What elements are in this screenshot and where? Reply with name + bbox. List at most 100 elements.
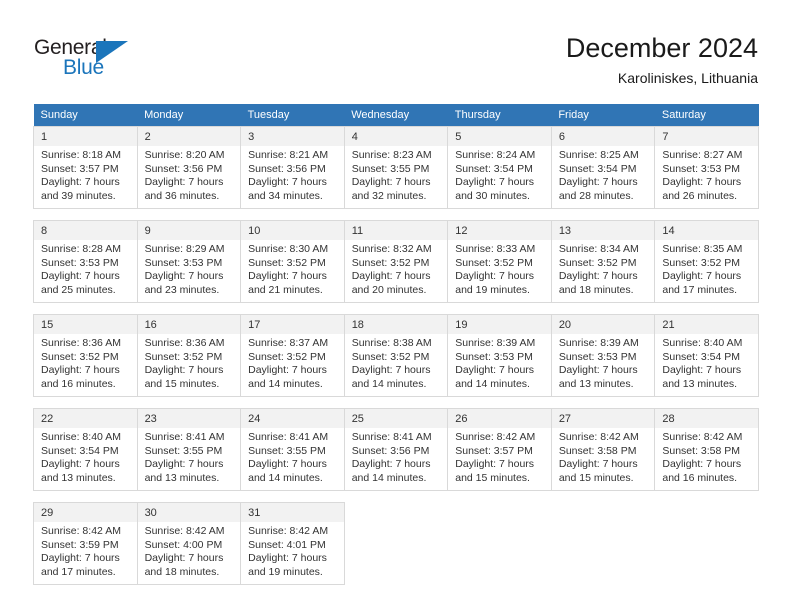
day-cell: Sunrise: 8:23 AM Sunset: 3:55 PM Daylight:…: [343, 146, 449, 209]
day-number[interactable]: 21: [654, 314, 759, 334]
week-spacer-cell: [344, 302, 448, 315]
day-cell: Sunrise: 8:42 AM Sunset: 3:57 PM Daylight:…: [447, 428, 552, 491]
week-spacer-cell: [240, 302, 345, 315]
page-subtitle-location: Karoliniskes, Lithuania: [617, 70, 758, 86]
day-cell: Sunrise: 8:38 AM Sunset: 3:52 PM Daylight:…: [343, 334, 449, 397]
day-number[interactable]: 5: [447, 126, 552, 146]
day-sunrise-text: Sunrise: 8:36 AM: [144, 337, 225, 349]
week-spacer-cell: [551, 302, 655, 315]
day-sunrise-text: Sunrise: 8:30 AM: [248, 243, 329, 255]
week-spacer: [33, 490, 759, 503]
week-spacer: [33, 396, 759, 409]
day-number[interactable]: 11: [343, 220, 449, 240]
day-cell: Sunrise: 8:40 AM Sunset: 3:54 PM Daylight:…: [33, 428, 138, 491]
day-number-row: 15 16 17 18 19 20 21: [33, 314, 759, 334]
day-number-empty: [654, 502, 759, 522]
day-daylight-2-text: and 36 minutes.: [144, 189, 220, 202]
day-number[interactable]: 29: [33, 502, 138, 522]
day-number[interactable]: 4: [343, 126, 449, 146]
day-daylight-2-text: and 23 minutes.: [144, 283, 220, 296]
day-daylight-1-text: Daylight: 7 hours: [455, 364, 535, 376]
calendar-grid: Sunday Monday Tuesday Wednesday Thursday…: [33, 104, 759, 585]
day-number[interactable]: 17: [240, 314, 345, 334]
day-number[interactable]: 16: [136, 314, 242, 334]
day-sunset-text: Sunset: 3:52 PM: [248, 350, 326, 363]
week-spacer-cell: [33, 302, 138, 315]
day-number[interactable]: 18: [343, 314, 449, 334]
week-spacer-cell: [137, 208, 241, 221]
day-cell: Sunrise: 8:18 AM Sunset: 3:57 PM Daylight:…: [33, 146, 138, 209]
calendar-header-row: Sunday Monday Tuesday Wednesday Thursday…: [33, 104, 759, 127]
day-daylight-2-text: and 17 minutes.: [662, 283, 738, 296]
day-sunset-text: Sunset: 3:53 PM: [455, 350, 533, 363]
day-sunrise-text: Sunrise: 8:24 AM: [455, 149, 536, 161]
day-cell: Sunrise: 8:42 AM Sunset: 4:00 PM Daylight:…: [136, 522, 242, 585]
day-daylight-2-text: and 20 minutes.: [351, 283, 427, 296]
day-cell-empty: [344, 522, 448, 585]
day-number[interactable]: 13: [550, 220, 656, 240]
day-sunset-text: Sunset: 3:53 PM: [558, 350, 637, 363]
day-sunset-text: Sunset: 3:52 PM: [455, 256, 533, 269]
day-cell: Sunrise: 8:27 AM Sunset: 3:53 PM Daylight:…: [654, 146, 759, 209]
day-number[interactable]: 30: [136, 502, 242, 522]
day-cell: Sunrise: 8:37 AM Sunset: 3:52 PM Daylight:…: [240, 334, 345, 397]
day-sunset-text: Sunset: 4:01 PM: [248, 538, 326, 551]
week-spacer-cell: [240, 396, 345, 409]
day-daylight-2-text: and 28 minutes.: [558, 189, 634, 202]
day-cell: Sunrise: 8:34 AM Sunset: 3:52 PM Daylight:…: [550, 240, 656, 303]
day-sunrise-text: Sunrise: 8:25 AM: [558, 149, 639, 161]
day-cell: Sunrise: 8:42 AM Sunset: 3:59 PM Daylight:…: [33, 522, 138, 585]
day-daylight-1-text: Daylight: 7 hours: [144, 552, 224, 564]
day-number[interactable]: 12: [447, 220, 552, 240]
day-number[interactable]: 19: [447, 314, 552, 334]
day-number[interactable]: 22: [33, 408, 138, 428]
day-sunrise-text: Sunrise: 8:40 AM: [41, 431, 121, 443]
day-number[interactable]: 31: [240, 502, 345, 522]
day-cell-empty: [551, 522, 655, 585]
day-daylight-1-text: Daylight: 7 hours: [41, 552, 120, 564]
day-number[interactable]: 1: [33, 126, 138, 146]
day-sunset-text: Sunset: 3:53 PM: [144, 256, 223, 269]
day-sunrise-text: Sunrise: 8:39 AM: [558, 337, 639, 349]
day-daylight-1-text: Daylight: 7 hours: [351, 270, 431, 282]
day-number[interactable]: 10: [240, 220, 345, 240]
day-cell: Sunrise: 8:42 AM Sunset: 3:58 PM Daylight:…: [654, 428, 759, 491]
day-daylight-2-text: and 18 minutes.: [558, 283, 634, 296]
day-daylight-2-text: and 13 minutes.: [558, 377, 634, 390]
day-daylight-1-text: Daylight: 7 hours: [248, 458, 327, 470]
day-sunrise-text: Sunrise: 8:42 AM: [41, 525, 121, 537]
day-daylight-2-text: and 39 minutes.: [41, 189, 116, 202]
day-cell: Sunrise: 8:35 AM Sunset: 3:52 PM Daylight:…: [654, 240, 759, 303]
day-number[interactable]: 24: [240, 408, 345, 428]
week-spacer-cell: [654, 490, 759, 503]
day-number[interactable]: 27: [550, 408, 656, 428]
day-number[interactable]: 23: [136, 408, 242, 428]
week-spacer-cell: [137, 302, 241, 315]
day-cell: Sunrise: 8:32 AM Sunset: 3:52 PM Daylight:…: [343, 240, 449, 303]
day-number[interactable]: 15: [33, 314, 138, 334]
day-number[interactable]: 2: [136, 126, 242, 146]
day-number[interactable]: 7: [654, 126, 759, 146]
day-sunset-text: Sunset: 3:52 PM: [144, 350, 223, 363]
day-daylight-1-text: Daylight: 7 hours: [144, 364, 224, 376]
day-number[interactable]: 26: [447, 408, 552, 428]
day-sunset-text: Sunset: 3:56 PM: [351, 444, 430, 457]
week-spacer-cell: [33, 490, 138, 503]
day-number[interactable]: 9: [136, 220, 242, 240]
day-daylight-1-text: Daylight: 7 hours: [662, 458, 742, 470]
day-daylight-2-text: and 21 minutes.: [248, 283, 323, 296]
day-sunrise-text: Sunrise: 8:41 AM: [248, 431, 329, 443]
day-daylight-1-text: Daylight: 7 hours: [455, 176, 535, 188]
day-number[interactable]: 20: [550, 314, 656, 334]
day-cell: Sunrise: 8:41 AM Sunset: 3:55 PM Daylight:…: [136, 428, 242, 491]
day-number[interactable]: 14: [654, 220, 759, 240]
day-daylight-1-text: Daylight: 7 hours: [144, 176, 224, 188]
day-number[interactable]: 25: [343, 408, 449, 428]
day-sunrise-text: Sunrise: 8:35 AM: [662, 243, 743, 255]
day-number[interactable]: 8: [33, 220, 138, 240]
day-number[interactable]: 28: [654, 408, 759, 428]
day-number[interactable]: 6: [550, 126, 656, 146]
day-daylight-1-text: Daylight: 7 hours: [248, 552, 327, 564]
day-number[interactable]: 3: [240, 126, 345, 146]
day-sunset-text: Sunset: 3:57 PM: [455, 444, 533, 457]
